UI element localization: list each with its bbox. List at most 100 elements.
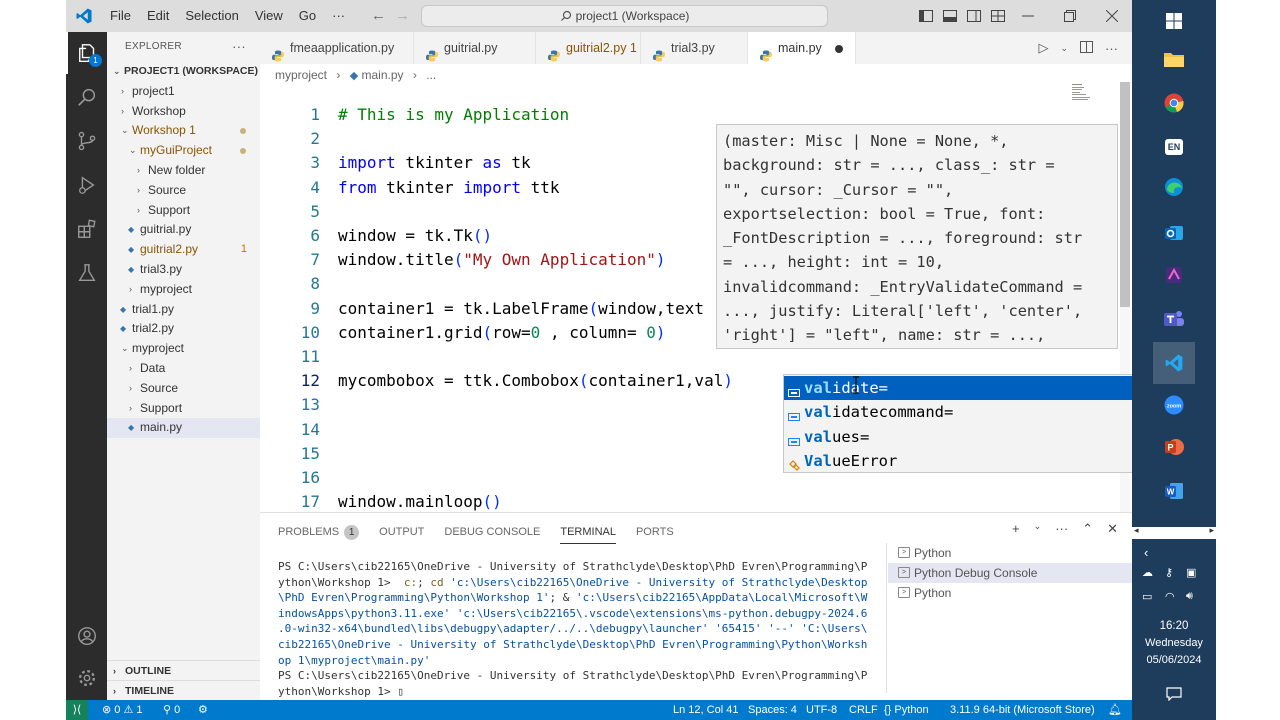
- panel-tab[interactable]: OUTPUT: [379, 520, 424, 544]
- wifi-icon[interactable]: ◠: [1165, 590, 1175, 603]
- ports-status[interactable]: ⚲ 0: [163, 700, 180, 720]
- onedrive-icon[interactable]: ☁: [1142, 566, 1153, 579]
- notification-center-icon[interactable]: [1153, 673, 1195, 715]
- maximize-panel-icon[interactable]: ⌃: [1082, 521, 1093, 537]
- tree-folder[interactable]: › myproject: [107, 280, 260, 300]
- chevron-down-icon[interactable]: ⌄: [1060, 43, 1068, 54]
- menu-selection[interactable]: Selection: [177, 0, 246, 32]
- new-terminal-icon[interactable]: +: [1012, 521, 1020, 537]
- split-editor-icon[interactable]: [1080, 40, 1093, 56]
- taskbar-scrollbar[interactable]: ◂ ▸: [1132, 525, 1216, 539]
- account-icon[interactable]: [66, 615, 107, 657]
- language-indicator[interactable]: EN: [1153, 126, 1195, 168]
- app-icon-purple[interactable]: [1153, 254, 1195, 296]
- windows-start-icon[interactable]: [1153, 0, 1195, 42]
- chevron-down-icon[interactable]: ⌄: [1034, 521, 1042, 537]
- scroll-left-icon[interactable]: ◂: [1134, 525, 1139, 536]
- problems-status[interactable]: ⊗ 0 ⚠ 1: [102, 700, 143, 720]
- tree-folder[interactable]: › Source: [107, 181, 260, 201]
- debug-status-icon[interactable]: ⚙: [198, 700, 208, 720]
- close-icon[interactable]: [1092, 0, 1132, 32]
- file-explorer-icon[interactable]: [1153, 38, 1195, 80]
- tree-folder[interactable]: › Source: [107, 379, 260, 399]
- terminal-instance[interactable]: > Python Debug Console: [888, 563, 1132, 583]
- tree-folder[interactable]: ⌄ Workshop 1: [107, 121, 260, 141]
- snipping-tool-icon[interactable]: ▣: [1186, 566, 1196, 579]
- explorer-more-button[interactable]: ···: [232, 32, 246, 62]
- search-icon[interactable]: [66, 76, 107, 118]
- workspace-root[interactable]: ⌄ PROJECT1 (WORKSPACE): [107, 62, 260, 82]
- menu-file[interactable]: File: [102, 0, 139, 32]
- tree-folder[interactable]: ⌄ myGuiProject: [107, 141, 260, 161]
- more-actions-icon[interactable]: ···: [1105, 41, 1118, 56]
- zoom-icon[interactable]: zoom: [1153, 384, 1195, 426]
- breadcrumb-folder[interactable]: myproject: [275, 68, 327, 82]
- panel-tab[interactable]: PROBLEMS 1: [278, 520, 360, 544]
- run-debug-icon[interactable]: [66, 164, 107, 206]
- editor-tab[interactable]: fmeaapplication.py: [260, 32, 414, 64]
- interpreter-status[interactable]: 3.11.9 64-bit (Microsoft Store): [950, 700, 1095, 720]
- indentation-status[interactable]: Spaces: 4: [748, 700, 797, 720]
- tree-file[interactable]: ◆ guitrial2.py 1: [107, 240, 260, 260]
- timeline-section[interactable]: › TIMELINE: [107, 680, 260, 700]
- tree-folder[interactable]: ⌄ myproject: [107, 339, 260, 359]
- breadcrumb-file[interactable]: main.py: [362, 68, 404, 82]
- more-actions-icon[interactable]: ···: [1055, 521, 1068, 537]
- menu-more[interactable]: ···: [324, 0, 353, 32]
- suggestion-widget[interactable]: validate= validatecommand= values= ValueErr…: [783, 374, 1132, 473]
- menu-view[interactable]: View: [247, 0, 291, 32]
- editor-tab[interactable]: guitrial.py: [414, 32, 536, 64]
- panel-tab[interactable]: TERMINAL: [560, 520, 616, 544]
- outline-section[interactable]: › OUTLINE: [107, 660, 260, 680]
- extensions-icon[interactable]: [66, 208, 107, 250]
- clock-day[interactable]: Wednesday: [1132, 637, 1216, 649]
- menu-go[interactable]: Go: [291, 0, 324, 32]
- clock-date[interactable]: 05/06/2024: [1132, 654, 1216, 666]
- back-arrow-icon[interactable]: ←: [371, 0, 386, 32]
- scroll-right-icon[interactable]: ▸: [1209, 525, 1214, 536]
- show-hidden-icons-icon[interactable]: ‹: [1144, 545, 1148, 560]
- settings-gear-icon[interactable]: [66, 657, 107, 699]
- forward-arrow-icon[interactable]: →: [395, 0, 410, 32]
- tree-file[interactable]: ◆ trial2.py: [107, 319, 260, 339]
- tree-file[interactable]: ◆ guitrial.py: [107, 220, 260, 240]
- word-icon[interactable]: W: [1153, 470, 1195, 512]
- chrome-icon[interactable]: [1153, 82, 1195, 124]
- tree-file[interactable]: ◆ main.py: [107, 418, 260, 439]
- usb-icon[interactable]: ⚷: [1165, 566, 1173, 579]
- tree-folder[interactable]: › New folder: [107, 161, 260, 181]
- tree-file[interactable]: ◆ trial1.py: [107, 300, 260, 320]
- source-control-icon[interactable]: [66, 120, 107, 162]
- run-python-icon[interactable]: ▷: [1038, 40, 1048, 56]
- tree-folder[interactable]: › Support: [107, 399, 260, 419]
- remote-icon[interactable]: ⟩⟨: [66, 700, 88, 720]
- notifications-bell-icon[interactable]: 🔔︎: [1108, 700, 1122, 720]
- panel-tab[interactable]: PORTS: [636, 520, 674, 544]
- editor-tab[interactable]: main.py: [748, 32, 856, 64]
- suggestion-item[interactable]: validate=: [784, 376, 1132, 400]
- teams-icon[interactable]: [1153, 298, 1195, 340]
- minimap[interactable]: [1070, 82, 1110, 102]
- tree-file[interactable]: ◆ trial3.py: [107, 260, 260, 280]
- edge-icon[interactable]: [1153, 166, 1195, 208]
- clock-time[interactable]: 16:20: [1132, 620, 1216, 632]
- menu-edit[interactable]: Edit: [139, 0, 177, 32]
- encoding-status[interactable]: UTF-8: [806, 700, 837, 720]
- tree-folder[interactable]: › Data: [107, 359, 260, 379]
- minimize-icon[interactable]: [1008, 0, 1048, 32]
- terminal-instance[interactable]: > Python: [888, 543, 1132, 563]
- vscode-taskbar-icon[interactable]: [1153, 342, 1195, 384]
- eol-status[interactable]: CRLF: [849, 700, 878, 720]
- tree-folder[interactable]: › Workshop: [107, 102, 260, 122]
- panel-tab[interactable]: DEBUG CONSOLE: [444, 520, 540, 544]
- language-status[interactable]: {} Python: [884, 700, 929, 720]
- editor-tab[interactable]: trial3.py: [641, 32, 748, 64]
- cursor-position[interactable]: Ln 12, Col 41: [673, 700, 738, 720]
- outlook-icon[interactable]: [1153, 212, 1195, 254]
- terminal-output[interactable]: PS C:\Users\cib22165\OneDrive - Universi…: [278, 559, 878, 699]
- editor-tab[interactable]: guitrial2.py 1: [536, 32, 641, 64]
- powerpoint-icon[interactable]: P: [1153, 426, 1195, 468]
- testing-icon[interactable]: [66, 252, 107, 294]
- tree-folder[interactable]: › Support: [107, 201, 260, 221]
- command-center[interactable]: project1 (Workspace): [421, 5, 828, 27]
